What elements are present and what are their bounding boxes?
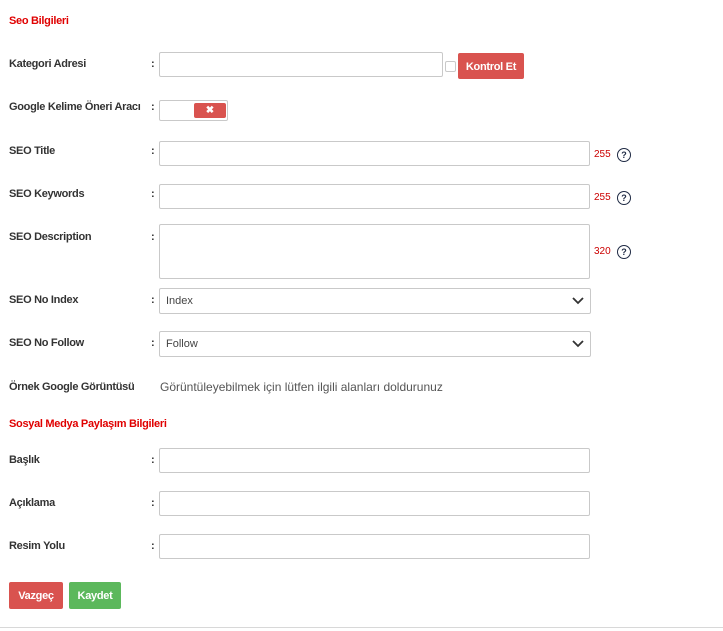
seo-no-follow-label: SEO No Follow	[9, 337, 84, 349]
social-title-label: Başlık	[9, 454, 40, 466]
google-preview-label: Örnek Google Görüntüsü	[9, 381, 135, 393]
chevron-down-icon	[572, 340, 584, 348]
image-path-label: Resim Yolu	[9, 540, 65, 552]
social-title-input[interactable]	[159, 448, 590, 473]
chevron-down-icon	[572, 297, 584, 305]
keyword-tool-label: Google Kelime Öneri Aracı	[9, 101, 141, 113]
seo-no-follow-select[interactable]: Follow	[159, 331, 591, 357]
social-description-label: Açıklama	[9, 497, 55, 509]
colon: :	[151, 294, 155, 306]
seo-keywords-char-limit: 255	[594, 192, 611, 203]
seo-no-index-value: Index	[166, 295, 193, 307]
cancel-button[interactable]: Vazgeç	[9, 582, 63, 609]
bottom-divider	[0, 627, 723, 628]
colon: :	[151, 337, 155, 349]
category-url-label: Kategori Adresi	[9, 58, 87, 70]
social-description-input[interactable]	[159, 491, 590, 516]
seo-keywords-label: SEO Keywords	[9, 188, 85, 200]
category-url-input[interactable]	[159, 52, 443, 77]
colon: :	[151, 454, 155, 466]
seo-description-label: SEO Description	[9, 231, 92, 243]
seo-title-label: SEO Title	[9, 145, 55, 157]
close-icon: ✖	[194, 103, 226, 118]
seo-keywords-input[interactable]	[159, 184, 590, 209]
colon: :	[151, 145, 155, 157]
save-button[interactable]: Kaydet	[69, 582, 121, 609]
colon: :	[151, 231, 155, 243]
seo-description-char-limit: 320	[594, 246, 611, 257]
category-url-checkbox[interactable]	[445, 61, 456, 72]
keyword-tool-toggle[interactable]: ✖	[159, 100, 228, 121]
seo-title-input[interactable]	[159, 141, 590, 166]
colon: :	[151, 101, 155, 113]
google-preview-text: Görüntüleyebilmek için lütfen ilgili ala…	[160, 380, 443, 394]
colon: :	[151, 188, 155, 200]
seo-no-index-label: SEO No Index	[9, 294, 79, 306]
help-icon[interactable]: ?	[617, 191, 631, 205]
seo-description-textarea[interactable]	[159, 224, 590, 279]
colon: :	[151, 58, 155, 70]
seo-no-index-select[interactable]: Index	[159, 288, 591, 314]
seo-section-title: Seo Bilgileri	[9, 15, 69, 27]
seo-title-char-limit: 255	[594, 149, 611, 160]
help-icon[interactable]: ?	[617, 245, 631, 259]
check-url-button[interactable]: Kontrol Et	[458, 53, 524, 79]
seo-no-follow-value: Follow	[166, 338, 198, 350]
social-section-title: Sosyal Medya Paylaşım Bilgileri	[9, 418, 167, 430]
image-path-input[interactable]	[159, 534, 590, 559]
colon: :	[151, 497, 155, 509]
colon: :	[151, 540, 155, 552]
help-icon[interactable]: ?	[617, 148, 631, 162]
